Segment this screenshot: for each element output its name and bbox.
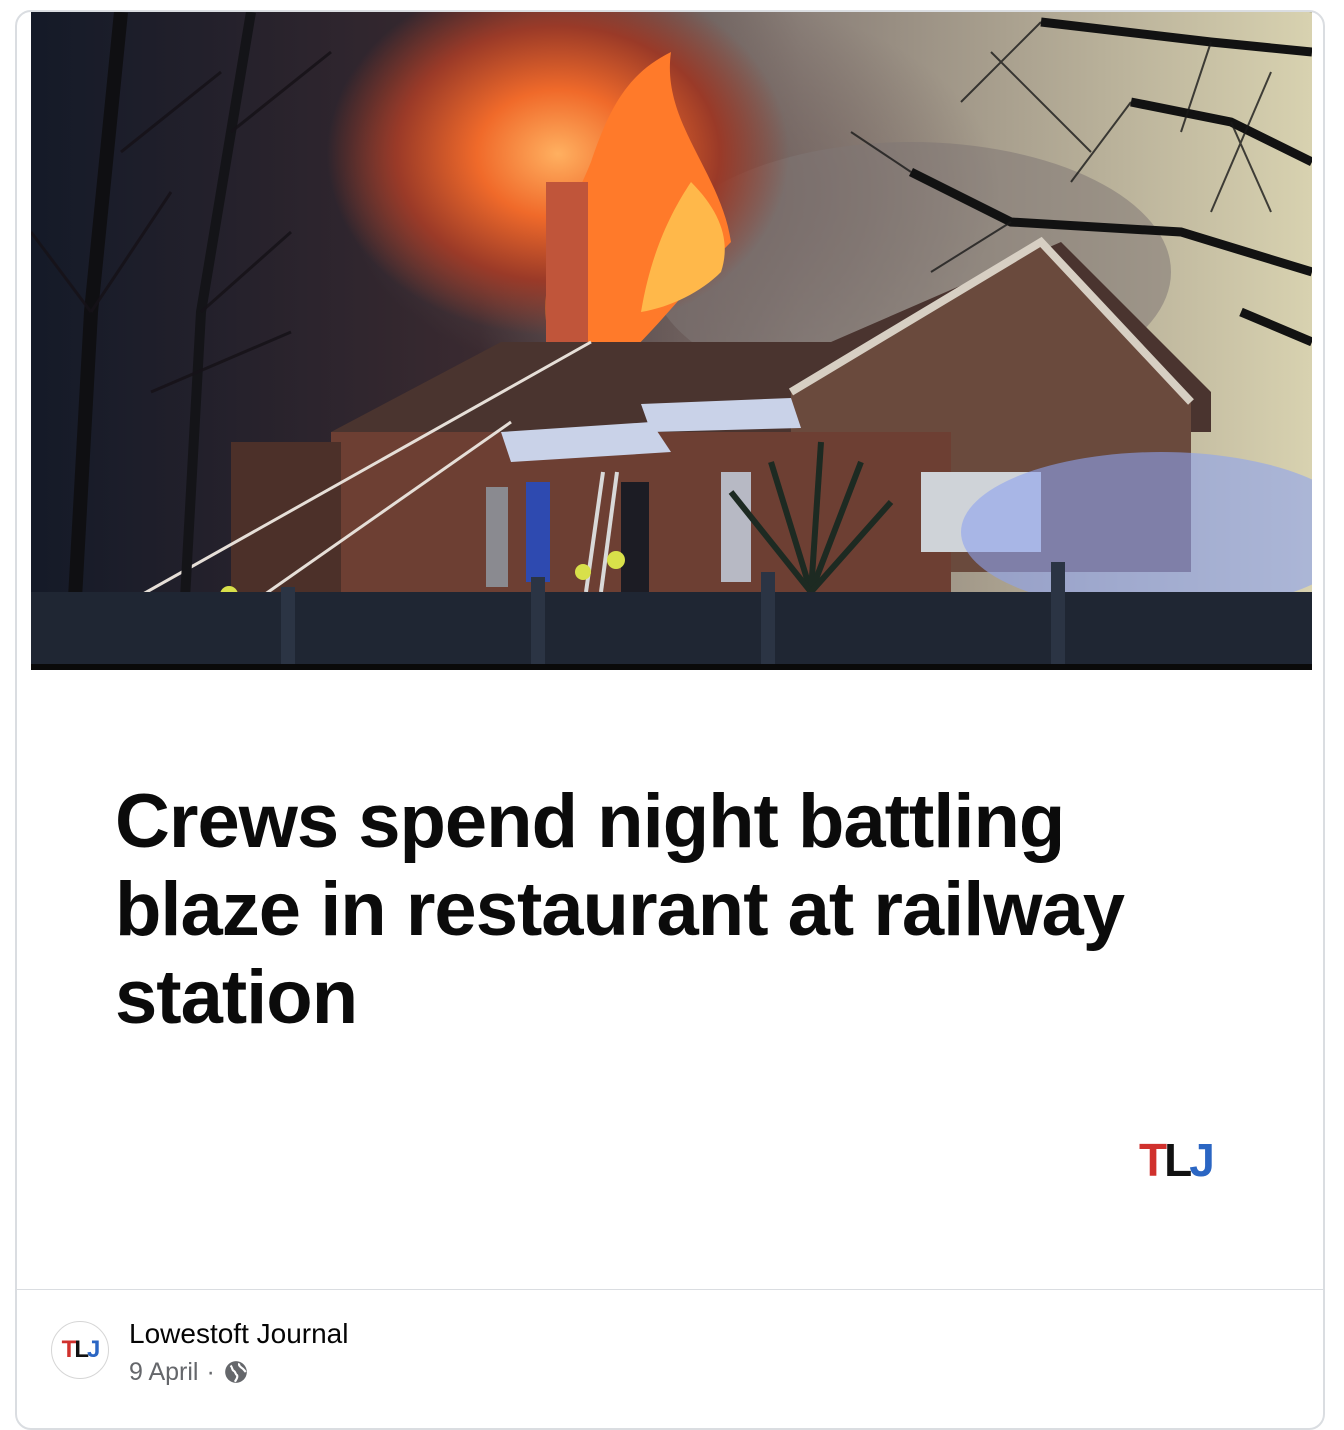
post-meta: 9 April · <box>129 1356 249 1388</box>
post-card[interactable]: Crews spend night battling blaze in rest… <box>15 10 1325 1430</box>
page-avatar[interactable]: TLJ <box>51 1321 109 1379</box>
post-date-link[interactable]: 9 April <box>129 1356 198 1388</box>
logo-letter-t: T <box>1139 1134 1167 1186</box>
logo-letter-j: J <box>1189 1134 1215 1186</box>
logo-letter-l: L <box>1164 1134 1192 1186</box>
meta-separator: · <box>206 1358 215 1386</box>
tlj-logo: TLJ <box>1139 1134 1215 1186</box>
footer-divider <box>17 1289 1323 1290</box>
globe-icon[interactable] <box>223 1359 249 1385</box>
post-photo[interactable] <box>31 12 1312 670</box>
post-headline[interactable]: Crews spend night battling blaze in rest… <box>115 778 1195 1042</box>
avatar-letter-l: L <box>74 1336 89 1363</box>
avatar-letter-t: T <box>61 1336 77 1363</box>
avatar-letter-j: J <box>86 1336 100 1363</box>
page-name-link[interactable]: Lowestoft Journal <box>129 1317 348 1351</box>
